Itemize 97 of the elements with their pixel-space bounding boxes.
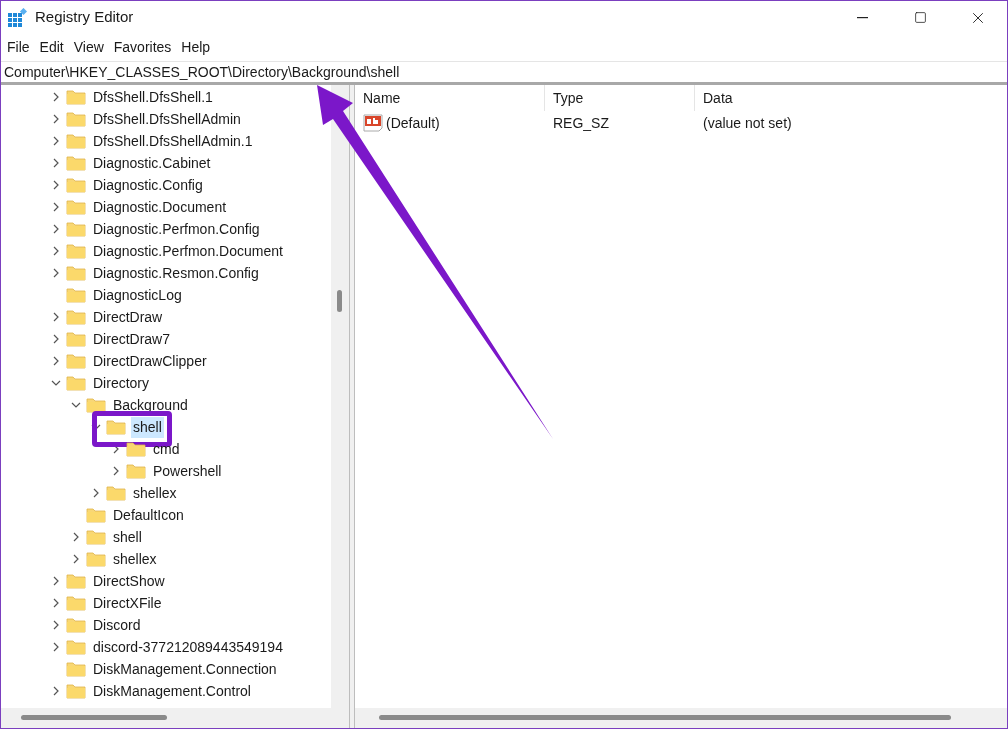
folder-icon <box>66 573 86 589</box>
chevron-right-icon[interactable] <box>51 356 61 366</box>
chevron-right-icon[interactable] <box>51 576 61 586</box>
tree-item[interactable]: DefaultIcon <box>111 504 186 526</box>
tree-item[interactable]: Diagnostic.Perfmon.Config <box>91 218 262 240</box>
chevron-right-icon[interactable] <box>51 268 61 278</box>
chevron-right-icon[interactable] <box>71 532 81 542</box>
folder-icon <box>66 199 86 215</box>
folder-icon <box>66 177 86 193</box>
chevron-right-icon[interactable] <box>91 488 101 498</box>
value-name[interactable]: (Default) <box>386 112 440 134</box>
tree-item[interactable]: Powershell <box>151 460 224 482</box>
tree-item[interactable]: shell <box>111 526 144 548</box>
tree-item[interactable]: DiskManagement.Connection <box>91 658 279 680</box>
folder-icon <box>106 419 126 435</box>
folder-icon <box>66 375 86 391</box>
tree-item[interactable]: Diagnostic.Resmon.Config <box>91 262 261 284</box>
chevron-right-icon[interactable] <box>111 444 121 454</box>
horizontal-scrollbar[interactable] <box>355 708 1007 728</box>
folder-icon <box>126 441 146 457</box>
menu-item[interactable]: Edit <box>34 37 69 58</box>
tree-item[interactable]: Background <box>111 394 190 416</box>
value-type: REG_SZ <box>552 113 610 133</box>
tree-item[interactable]: DirectXFile <box>91 592 164 614</box>
menu-item[interactable]: View <box>68 37 109 58</box>
chevron-right-icon[interactable] <box>51 686 61 696</box>
folder-icon <box>66 133 86 149</box>
chevron-right-icon[interactable] <box>111 466 121 476</box>
splitter[interactable] <box>349 85 355 728</box>
folder-icon <box>66 221 86 237</box>
chevron-right-icon[interactable] <box>51 202 61 212</box>
folder-icon <box>66 595 86 611</box>
folder-icon <box>66 89 86 105</box>
folder-icon <box>66 309 86 325</box>
chevron-right-icon[interactable] <box>71 554 81 564</box>
chevron-right-icon[interactable] <box>51 158 61 168</box>
chevron-right-icon[interactable] <box>51 92 61 102</box>
chevron-right-icon[interactable] <box>51 334 61 344</box>
chevron-right-icon[interactable] <box>51 620 61 630</box>
window-title: Registry Editor <box>35 7 134 28</box>
tree-item[interactable]: Directory <box>91 372 151 394</box>
folder-icon <box>66 353 86 369</box>
folder-icon <box>66 287 86 303</box>
tree-item[interactable]: shell <box>131 416 164 438</box>
tree-item[interactable]: Diagnostic.Document <box>91 196 229 218</box>
chevron-down-icon[interactable] <box>71 400 81 410</box>
menu-item[interactable]: File <box>2 37 35 58</box>
tree-item[interactable]: Discord <box>91 614 143 636</box>
chevron-right-icon[interactable] <box>51 180 61 190</box>
tree-item[interactable]: DfsShell.DfsShellAdmin.1 <box>91 130 255 152</box>
folder-icon <box>66 683 86 699</box>
string-value-icon <box>363 114 383 132</box>
chevron-right-icon[interactable] <box>51 136 61 146</box>
tree-item[interactable]: DiskManagement.Control <box>91 680 253 702</box>
folder-icon <box>86 397 106 413</box>
column-header[interactable]: Type <box>545 85 695 111</box>
folder-icon <box>66 331 86 347</box>
chevron-right-icon[interactable] <box>51 598 61 608</box>
column-header[interactable]: Data <box>695 85 1007 111</box>
chevron-right-icon[interactable] <box>51 246 61 256</box>
folder-icon <box>86 529 106 545</box>
registry-icon <box>7 7 27 28</box>
tree-item[interactable]: DfsShell.DfsShell.1 <box>91 86 215 108</box>
folder-icon <box>126 463 146 479</box>
chevron-right-icon[interactable] <box>51 312 61 322</box>
tree-item[interactable]: discord-377212089443549194 <box>91 636 285 658</box>
tree-item[interactable]: Diagnostic.Config <box>91 174 205 196</box>
folder-icon <box>106 485 126 501</box>
folder-icon <box>66 617 86 633</box>
chevron-right-icon[interactable] <box>51 224 61 234</box>
tree-item[interactable]: DirectShow <box>91 570 167 592</box>
menu-item[interactable]: Help <box>176 37 216 58</box>
folder-icon <box>66 639 86 655</box>
menu-item[interactable]: Favorites <box>108 37 177 58</box>
tree-item[interactable]: DirectDraw7 <box>91 328 172 350</box>
folder-icon <box>66 155 86 171</box>
tree-item[interactable]: Diagnostic.Cabinet <box>91 152 213 174</box>
folder-icon <box>86 551 106 567</box>
value-data: (value not set) <box>702 113 793 133</box>
folder-icon <box>66 265 86 281</box>
chevron-right-icon[interactable] <box>51 642 61 652</box>
tree-item[interactable]: DirectDraw <box>91 306 165 328</box>
maximize-icon <box>913 11 927 24</box>
column-header[interactable]: Name <box>355 85 545 111</box>
folder-icon <box>66 661 86 677</box>
tree-item[interactable]: Diagnostic.Perfmon.Document <box>91 240 285 262</box>
tree-item[interactable]: shellex <box>131 482 179 504</box>
tree-item[interactable]: DfsShell.DfsShellAdmin <box>91 108 243 130</box>
minimize-icon <box>856 16 868 19</box>
folder-icon <box>86 507 106 523</box>
folder-icon <box>66 111 86 127</box>
chevron-down-icon[interactable] <box>51 378 61 388</box>
tree-item[interactable]: shellex <box>111 548 159 570</box>
tree-item[interactable]: DiagnosticLog <box>91 284 184 306</box>
chevron-right-icon[interactable] <box>51 114 61 124</box>
folder-icon <box>66 243 86 259</box>
tree-item[interactable]: DirectDrawClipper <box>91 350 209 372</box>
